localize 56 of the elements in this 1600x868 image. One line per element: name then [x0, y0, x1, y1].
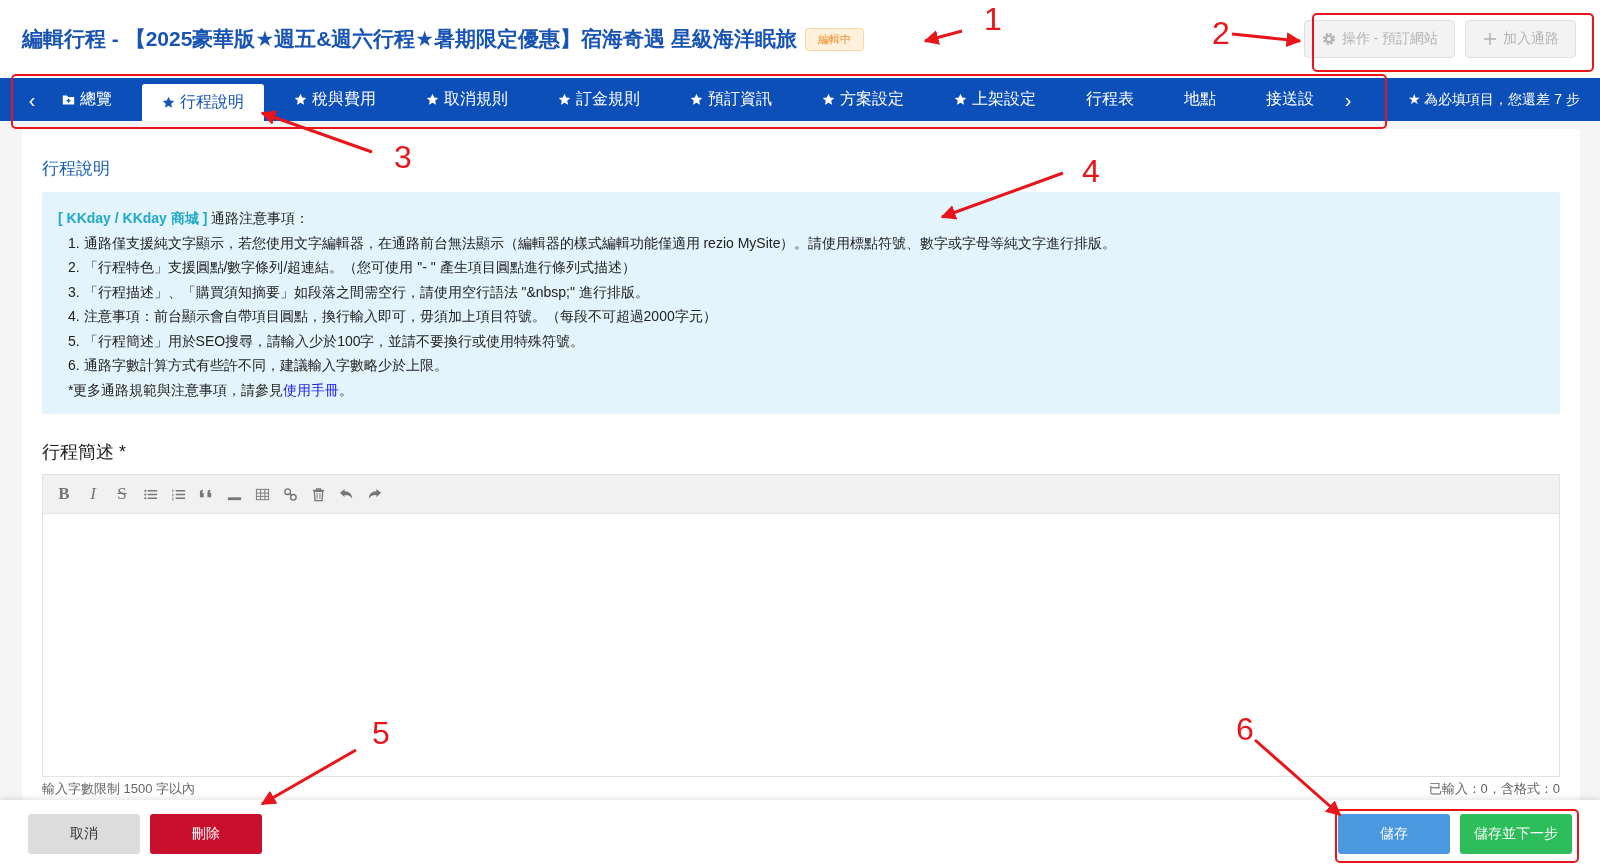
star-icon: [162, 96, 175, 109]
notice-footer: *更多通路規範與注意事項，請參見使用手冊。: [58, 377, 1544, 402]
annotation-arrow: [1231, 32, 1302, 48]
star-icon: [954, 93, 967, 106]
star-icon: [690, 93, 703, 106]
notice-item: 6. 通路字數計算方式有些許不同，建議輸入字數略少於上限。: [67, 356, 449, 375]
folder-icon: [62, 93, 75, 106]
notice-heading: [ KKday / KKday 商城 ] 通路注意事項：: [58, 209, 311, 228]
annotation-number: 3: [394, 139, 412, 175]
link-icon[interactable]: [283, 486, 298, 502]
required-note: ★ 為必填項目，您還差 7 步: [1408, 90, 1580, 109]
star-icon: [558, 93, 571, 106]
annotation-number: 5: [372, 715, 390, 751]
notice-item: 5. 「行程簡述」用於SEO搜尋，請輸入少於100字，並請不要換行或使用特殊符號。: [67, 331, 586, 351]
page-title: 編輯行程 - 【2025豪華版★週五&週六行程★暑期限定優惠】宿海奇遇 星級海洋眠旅: [22, 26, 798, 52]
field-label: 行程簡述 *: [42, 441, 127, 464]
nav-tab[interactable]: 上架設定: [934, 81, 1056, 118]
nav-tab[interactable]: 訂金規則: [538, 81, 660, 118]
nav-tab[interactable]: 方案設定: [802, 81, 924, 118]
bold-button[interactable]: B: [56, 484, 72, 504]
notice-item: 1. 通路僅支援純文字顯示，若您使用文字編輯器，在通路前台無法顯示（編輯器的樣式編輯功能僅適用 rezio MySite）。請使用標點符號、數字或字母等純文字進行排版。: [67, 233, 1118, 253]
annotation-number: 2: [1212, 15, 1230, 51]
notice-item: 2. 「行程特色」支援圓點/數字條列/超連結。（您可使用 "- " 產生項目圓點進行條列式描述）: [67, 258, 637, 277]
nav-tab[interactable]: 預訂資訊: [670, 81, 792, 118]
annotation-number: 4: [1082, 153, 1100, 189]
annotation-number: 1: [984, 1, 1002, 37]
numbered-list-icon[interactable]: [171, 486, 186, 502]
star-icon: [294, 93, 307, 106]
section-title: 行程說明: [42, 158, 110, 180]
trash-icon[interactable]: [311, 486, 326, 502]
limit-text: 輸入字數限制 1500 字以內: [42, 780, 196, 798]
cancel-button[interactable]: 取消: [28, 814, 140, 854]
italic-button[interactable]: I: [85, 484, 101, 504]
gear-icon: [1320, 31, 1337, 47]
nav-tab[interactable]: 地點: [1164, 81, 1236, 118]
status-badge: 編輯中: [805, 27, 865, 51]
table-icon[interactable]: [255, 486, 270, 502]
notice-item: 3. 「行程描述」、「購買須知摘要」如段落之間需空行，請使用空行語法 "&nbsp;" 進行排版。: [67, 282, 650, 302]
next-icon[interactable]: ›: [1338, 81, 1358, 118]
previous-icon[interactable]: ‹: [22, 81, 42, 118]
nav-tab[interactable]: 取消規則: [406, 81, 528, 118]
strikethrough-button[interactable]: S: [114, 484, 130, 504]
nav-tab[interactable]: 行程說明: [142, 84, 264, 121]
star-icon: [822, 93, 835, 106]
delete-button[interactable]: 刪除: [150, 814, 262, 854]
star-icon: [426, 93, 439, 106]
nav-tab[interactable]: 接送設: [1246, 81, 1334, 118]
plus-icon: [1482, 31, 1498, 47]
nav-tab[interactable]: 行程表: [1066, 81, 1154, 118]
nav-tab[interactable]: 稅與費用: [274, 81, 396, 118]
annotation-arrow: [923, 29, 963, 45]
nav-tab[interactable]: 總覽: [42, 81, 132, 118]
manual-link[interactable]: 使用手冊: [283, 381, 340, 398]
count-text: 已輸入：0，含格式：0: [1428, 780, 1560, 798]
notice-item: 4. 注意事項：前台顯示會自帶項目圓點，換行輸入即可，毋須加上項目符號。（每段不可超過2000字元）: [67, 307, 718, 326]
annotation-number: 6: [1236, 711, 1254, 747]
